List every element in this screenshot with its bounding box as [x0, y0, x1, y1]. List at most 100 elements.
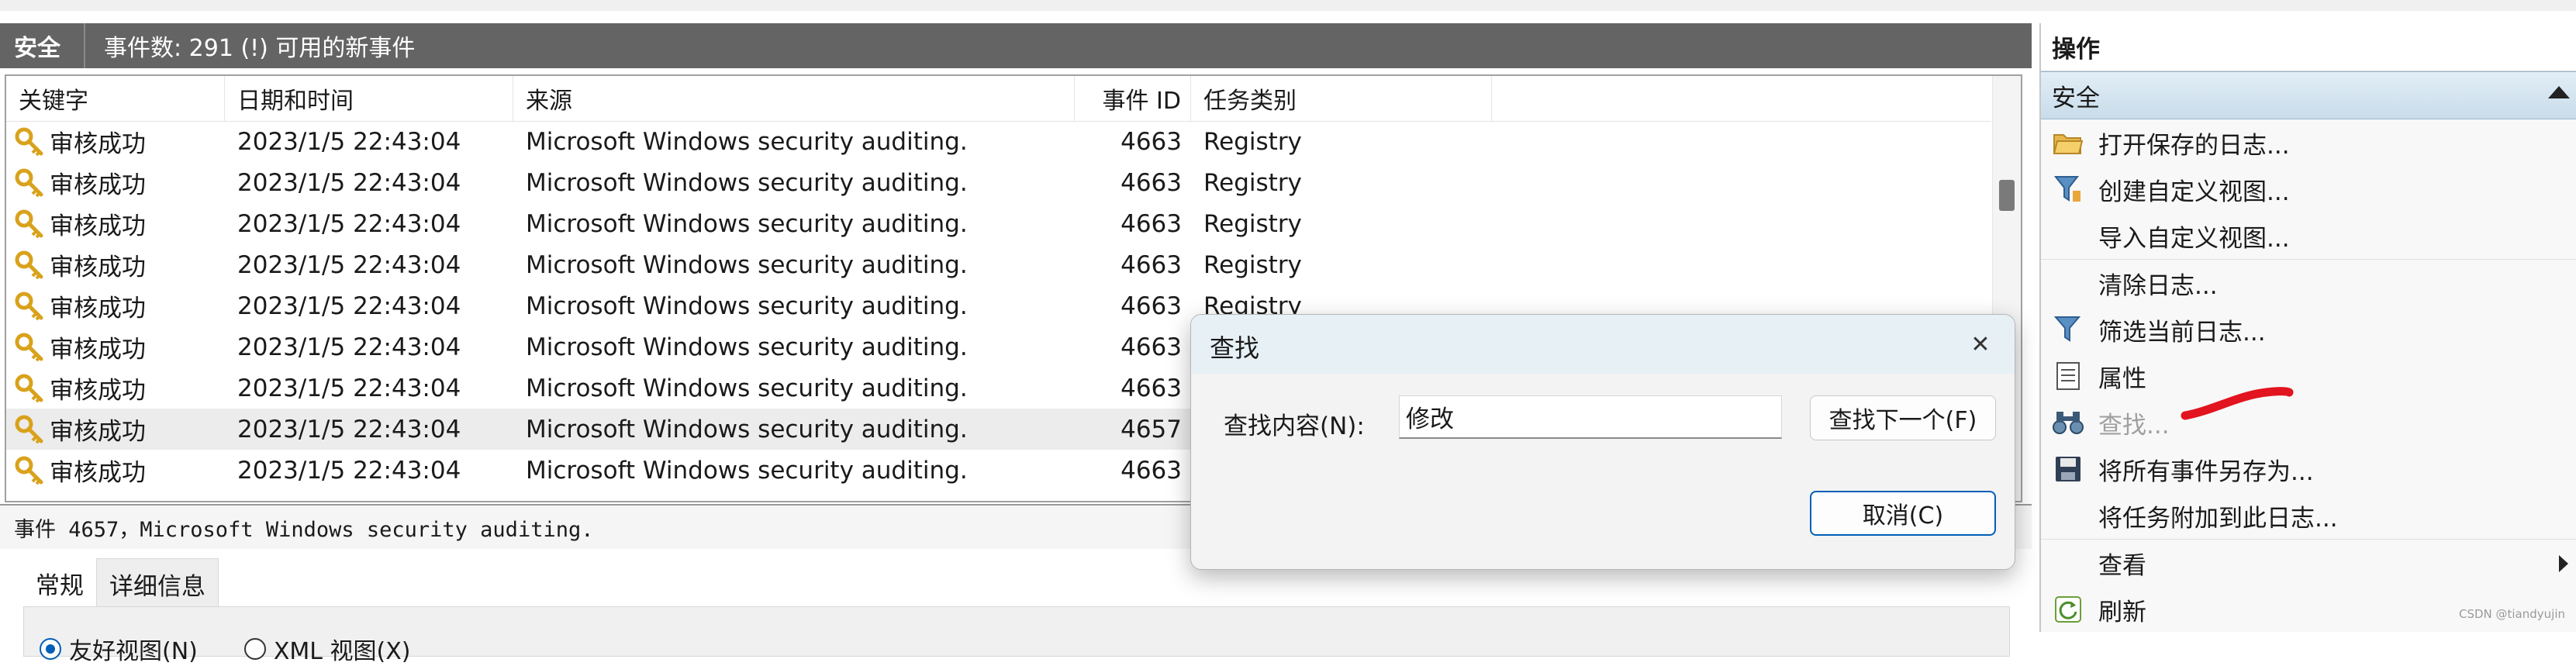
column-keyword[interactable]: 关键字: [6, 76, 225, 121]
filter-create-icon: [2049, 170, 2087, 209]
table-row[interactable]: 审核成功 2023/1/5 22:43:04 Microsoft Windows s…: [6, 244, 1991, 285]
column-datetime[interactable]: 日期和时间: [225, 76, 513, 121]
watermark: CSDN @tiandyujin: [2458, 607, 2565, 621]
column-source[interactable]: 来源: [513, 76, 1075, 121]
action-label: 属性: [2098, 364, 2146, 393]
cell-datetime: 2023/1/5 22:43:04: [237, 250, 461, 279]
actions-section-label: 安全: [2052, 84, 2100, 112]
keyword-text: 审核成功: [50, 459, 146, 487]
cell-keyword: 审核成功: [6, 412, 225, 447]
properties-icon: [2049, 357, 2087, 395]
xml-view-radio[interactable]: [243, 638, 266, 660]
key-icon: [15, 374, 43, 402]
actions-pane: 操作 安全 打开保存的日志... 创建自定义视图... 导入自定义视图... 清除日志…: [2039, 23, 2576, 632]
cell-source: Microsoft Windows security auditing.: [526, 333, 968, 361]
cell-keyword: 审核成功: [6, 371, 225, 405]
action-item[interactable]: 导入自定义视图...: [2041, 212, 2576, 259]
table-row[interactable]: 审核成功 2023/1/5 22:43:04 Microsoft Windows s…: [6, 203, 1991, 244]
key-icon: [15, 168, 43, 197]
folder-open-icon: [2049, 123, 2087, 162]
tab-general[interactable]: 常规: [23, 558, 96, 609]
key-icon: [15, 415, 43, 443]
cell-event-id: 4663: [1121, 456, 1182, 485]
action-label: 打开保存的日志...: [2098, 131, 2290, 160]
cell-event-id: 4663: [1121, 250, 1182, 279]
keyword-text: 审核成功: [50, 336, 146, 364]
view-options: 友好视图(N) XML 视图(X): [40, 632, 411, 666]
keyword-text: 审核成功: [50, 418, 146, 446]
cell-event-id: 4663: [1121, 209, 1182, 238]
keyword-text: 审核成功: [50, 377, 146, 405]
action-icon-placeholder: [2049, 216, 2087, 255]
cell-datetime: 2023/1/5 22:43:04: [237, 415, 461, 443]
action-item[interactable]: 打开保存的日志...: [2041, 119, 2576, 166]
keyword-text: 审核成功: [50, 212, 146, 240]
cell-event-id: 4663: [1121, 292, 1182, 320]
action-label: 筛选当前日志...: [2098, 318, 2266, 347]
action-label: 查看: [2098, 551, 2146, 580]
log-title: 安全: [14, 35, 60, 62]
actions-section-header[interactable]: 安全: [2041, 71, 2576, 119]
cell-keyword: 审核成功: [6, 247, 225, 282]
cell-keyword: 审核成功: [6, 288, 225, 323]
action-label: 清除日志...: [2098, 271, 2218, 300]
action-item[interactable]: 查找...: [2041, 399, 2576, 446]
cell-keyword: 审核成功: [6, 206, 225, 241]
collapse-up-icon[interactable]: [2548, 86, 2570, 98]
submenu-arrow-icon: [2559, 555, 2568, 572]
detail-tabs: 常规 详细信息: [23, 558, 219, 609]
cell-source: Microsoft Windows security auditing.: [526, 127, 968, 156]
scrollbar-thumb[interactable]: [1999, 180, 2015, 211]
cancel-button[interactable]: 取消(C): [1810, 491, 1996, 536]
cell-source: Microsoft Windows security auditing.: [526, 209, 968, 238]
close-icon[interactable]: ✕: [1963, 327, 1998, 361]
action-item[interactable]: 查看: [2041, 539, 2576, 586]
table-row[interactable]: 审核成功 2023/1/5 22:43:04 Microsoft Windows s…: [6, 121, 1991, 162]
cell-datetime: 2023/1/5 22:43:04: [237, 168, 461, 197]
red-annotation-stroke: [2181, 387, 2294, 420]
action-item[interactable]: 筛选当前日志...: [2041, 306, 2576, 353]
cell-category: Registry: [1203, 127, 1302, 156]
action-label: 查找...: [2098, 411, 2170, 440]
action-item[interactable]: 属性: [2041, 353, 2576, 399]
save-icon: [2049, 450, 2087, 488]
action-item[interactable]: 创建自定义视图...: [2041, 166, 2576, 212]
column-event-id[interactable]: 事件 ID: [1075, 76, 1191, 121]
action-icon-placeholder: [2049, 543, 2087, 582]
cell-source: Microsoft Windows security auditing.: [526, 456, 968, 485]
xml-view-label: XML 视图(X): [273, 638, 411, 665]
keyword-text: 审核成功: [50, 130, 146, 158]
cell-event-id: 4663: [1121, 127, 1182, 156]
action-item[interactable]: 将所有事件另存为...: [2041, 446, 2576, 492]
actions-title: 操作: [2041, 23, 2576, 71]
cell-category: Registry: [1203, 250, 1302, 279]
cell-keyword: 审核成功: [6, 165, 225, 200]
cell-datetime: 2023/1/5 22:43:04: [237, 374, 461, 402]
cell-datetime: 2023/1/5 22:43:04: [237, 292, 461, 320]
tab-details[interactable]: 详细信息: [96, 558, 219, 609]
cell-keyword: 审核成功: [6, 124, 225, 159]
find-input[interactable]: 修改: [1399, 395, 1782, 439]
action-label: 将所有事件另存为...: [2098, 457, 2314, 486]
grid-header: 关键字 日期和时间 来源 事件 ID 任务类别: [6, 76, 1991, 122]
keyword-text: 审核成功: [50, 254, 146, 281]
friendly-view-label: 友好视图(N): [69, 638, 198, 665]
cell-source: Microsoft Windows security auditing.: [526, 250, 968, 279]
cell-category: Registry: [1203, 209, 1302, 238]
event-count: 事件数: 291 (!) 可用的新事件: [104, 35, 416, 62]
cell-datetime: 2023/1/5 22:43:04: [237, 456, 461, 485]
action-icon-placeholder: [2049, 264, 2087, 302]
column-task-category[interactable]: 任务类别: [1191, 76, 1492, 121]
key-icon: [15, 209, 43, 238]
cell-category: Registry: [1203, 168, 1302, 197]
binoculars-icon: [2049, 403, 2087, 442]
actions-list: 打开保存的日志... 创建自定义视图... 导入自定义视图... 清除日志... 筛选当…: [2041, 119, 2576, 633]
find-next-button[interactable]: 查找下一个(F): [1810, 395, 1996, 440]
friendly-view-radio[interactable]: [40, 638, 61, 660]
action-item[interactable]: 将任务附加到此日志...: [2041, 492, 2576, 539]
dialog-title: 查找: [1210, 333, 1260, 363]
table-row[interactable]: 审核成功 2023/1/5 22:43:04 Microsoft Windows s…: [6, 162, 1991, 203]
action-label: 创建自定义视图...: [2098, 178, 2290, 206]
cell-keyword: 审核成功: [6, 453, 225, 488]
action-item[interactable]: 清除日志...: [2041, 259, 2576, 306]
